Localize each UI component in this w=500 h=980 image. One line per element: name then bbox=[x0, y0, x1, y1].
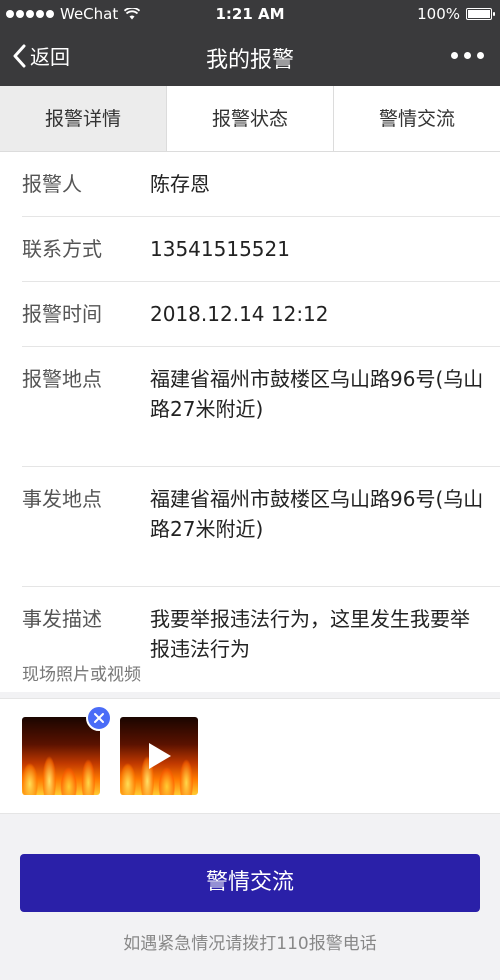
tab-alarm-details[interactable]: 报警详情 bbox=[0, 86, 166, 151]
media-caption: 现场照片或视频 bbox=[22, 665, 141, 685]
details-list: 报警人 陈存恩 联系方式 13541515521 报警时间 2018.12.14… bbox=[0, 152, 500, 692]
detail-row-time: 报警时间 2018.12.14 12:12 bbox=[22, 282, 500, 347]
detail-row-reporter: 报警人 陈存恩 bbox=[22, 152, 500, 217]
detail-label: 报警时间 bbox=[22, 302, 102, 326]
detail-value: 2018.12.14 12:12 bbox=[150, 302, 329, 326]
tab-bar: 报警详情 报警状态 警情交流 bbox=[0, 86, 500, 152]
emergency-note: 如遇紧急情况请拨打110报警电话 bbox=[123, 934, 377, 954]
video-thumbnail[interactable] bbox=[120, 717, 198, 795]
detail-value: 福建省福州市鼓楼区乌山路96号(乌山路27米附近) bbox=[150, 367, 484, 421]
more-icon[interactable] bbox=[451, 52, 484, 59]
detail-value: 陈存恩 bbox=[150, 172, 210, 196]
detail-label: 报警地点 bbox=[22, 367, 102, 391]
tab-alarm-status[interactable]: 报警状态 bbox=[166, 86, 333, 151]
page-title: 我的报警 bbox=[205, 48, 294, 73]
detail-label: 联系方式 bbox=[22, 237, 102, 261]
status-right: 100% bbox=[417, 5, 495, 23]
detail-value: 我要举报违法行为，这里发生我要举报违法行为 bbox=[150, 607, 470, 661]
photo-thumbnail[interactable] bbox=[22, 717, 100, 795]
detail-label: 事发描述 bbox=[22, 607, 102, 631]
alarm-chat-button[interactable]: 警情交流 bbox=[20, 854, 480, 912]
tab-alarm-chat[interactable]: 警情交流 bbox=[333, 86, 500, 151]
detail-row-incident-location: 事发地点 福建省福州市鼓楼区乌山路96号(乌山路27米附近) bbox=[22, 467, 500, 587]
close-icon bbox=[94, 713, 104, 723]
detail-label: 报警人 bbox=[22, 172, 82, 196]
battery-percent: 100% bbox=[417, 5, 460, 23]
nav-bar: 返回 我的报警 bbox=[0, 28, 500, 86]
play-icon bbox=[149, 743, 171, 769]
detail-value: 福建省福州市鼓楼区乌山路96号(乌山路27米附近) bbox=[150, 487, 484, 541]
remove-media-button[interactable] bbox=[86, 705, 112, 731]
status-bar: WeChat 1:21 AM 100% bbox=[0, 0, 500, 28]
detail-row-report-location: 报警地点 福建省福州市鼓楼区乌山路96号(乌山路27米附近) bbox=[22, 347, 500, 467]
media-gallery bbox=[0, 698, 500, 814]
detail-value: 13541515521 bbox=[150, 237, 290, 261]
detail-label: 事发地点 bbox=[22, 487, 102, 511]
battery-icon bbox=[466, 8, 495, 20]
detail-row-contact: 联系方式 13541515521 bbox=[22, 217, 500, 282]
